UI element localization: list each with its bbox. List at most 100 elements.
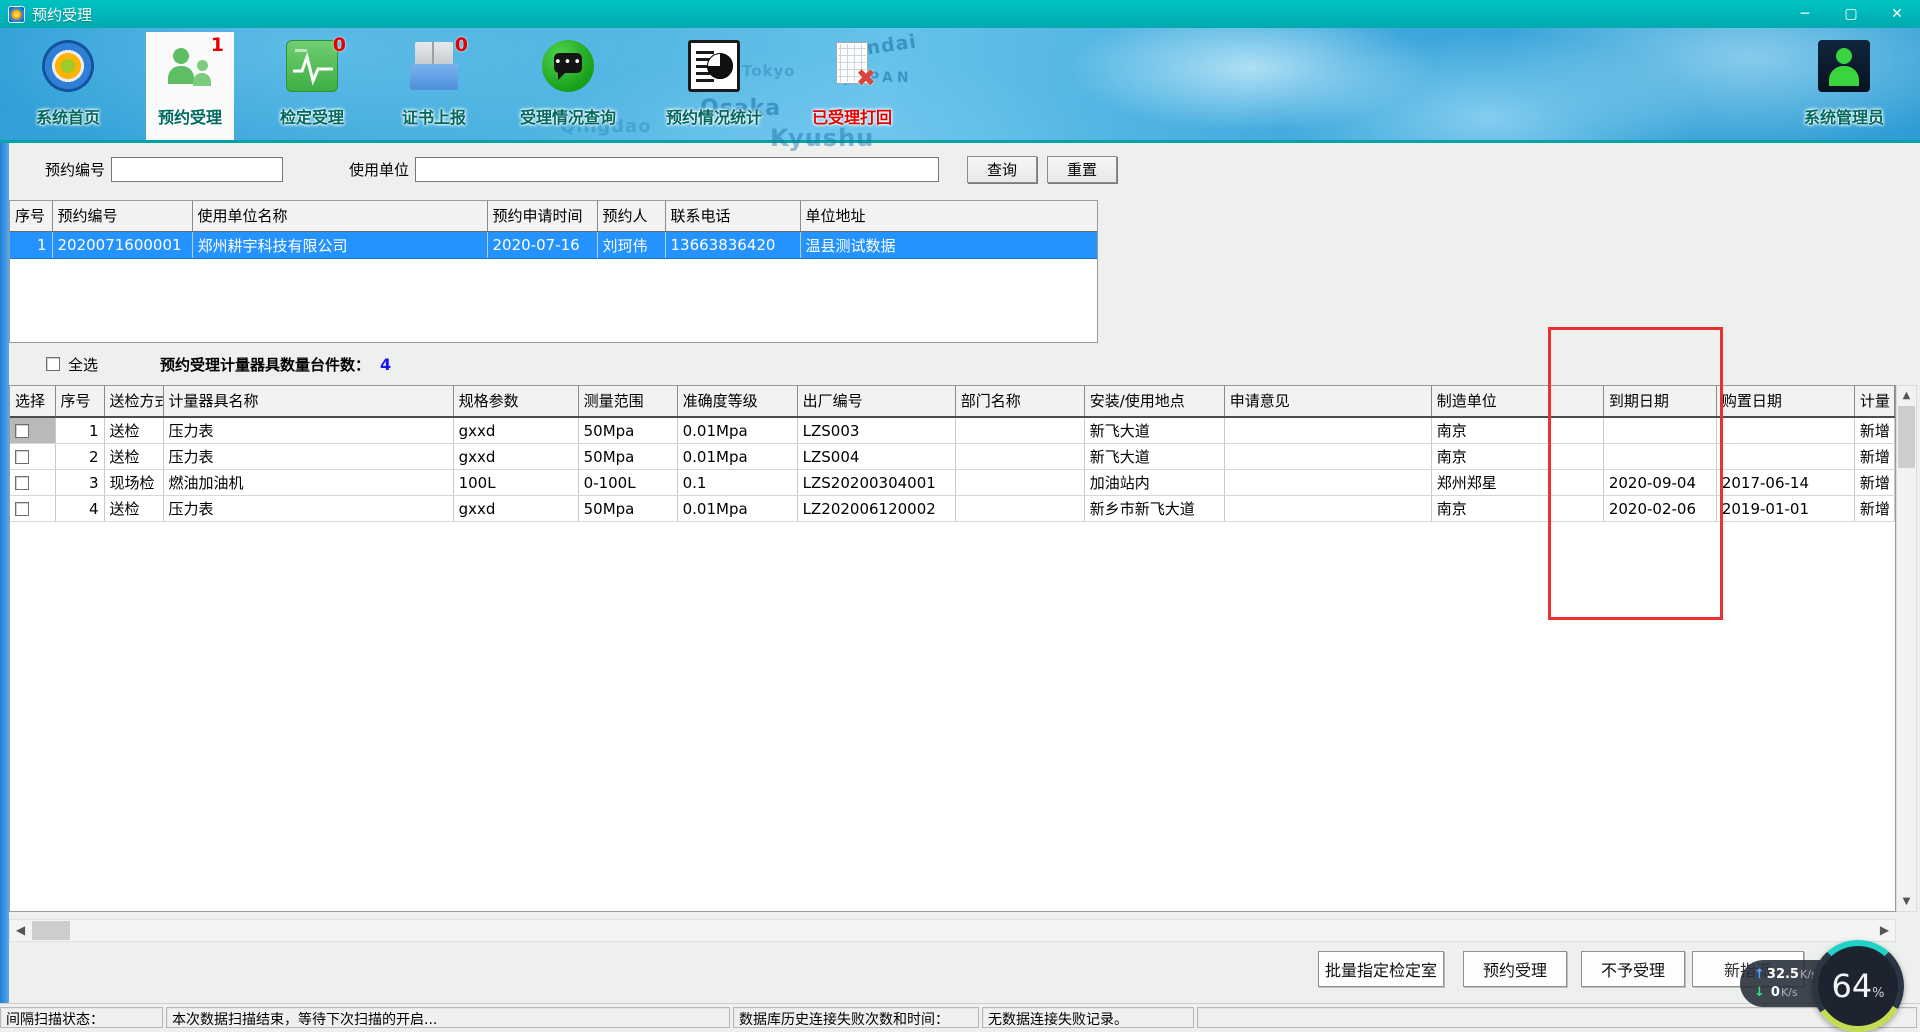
column-header[interactable]: 序号 <box>55 386 104 417</box>
home-globe-icon <box>42 40 94 92</box>
horizontal-scrollbar[interactable]: ◀ ▶ <box>9 919 1896 942</box>
query-button[interactable]: 查询 <box>967 156 1037 183</box>
download-arrow-icon: ↓ <box>1754 985 1765 1000</box>
column-header[interactable]: 准确度等级 <box>677 386 797 417</box>
scroll-up-arrow[interactable]: ▲ <box>1897 386 1916 405</box>
cell: 4 <box>55 496 104 522</box>
column-header[interactable]: 规格参数 <box>453 386 578 417</box>
column-header[interactable]: 序号 <box>10 201 52 232</box>
horizontal-scroll-thumb[interactable] <box>32 921 70 940</box>
column-header[interactable]: 购置日期 <box>1716 386 1854 417</box>
cell: LZS003 <box>797 417 955 444</box>
column-header[interactable]: 制造单位 <box>1431 386 1550 417</box>
table-row[interactable]: 1送检压力表gxxd50Mpa0.01MpaLZS003新飞大道南京新增 <box>10 417 1895 444</box>
table-row[interactable]: 12020071600001郑州耕宇科技有限公司2020-07-16刘珂伟136… <box>10 232 1097 259</box>
reset-button[interactable]: 重置 <box>1047 156 1117 183</box>
row-checkbox[interactable] <box>15 424 29 438</box>
cell: 2020-09-04 <box>1603 470 1716 496</box>
cell: 燃油加油机 <box>163 470 453 496</box>
column-header[interactable]: 预约编号 <box>52 201 192 232</box>
download-speed-unit: K/s <box>1781 986 1798 999</box>
cell: gxxd <box>453 417 578 444</box>
column-header[interactable]: 出厂编号 <box>797 386 955 417</box>
cell <box>955 496 1084 522</box>
cell: 压力表 <box>163 417 453 444</box>
toolbar-item-admin[interactable]: 系统管理员 <box>1796 32 1892 140</box>
toolbar-item-home[interactable]: 系统首页 <box>24 32 112 140</box>
row-checkbox[interactable] <box>15 476 29 490</box>
scroll-left-arrow[interactable]: ◀ <box>10 920 31 941</box>
batch-assign-room-button[interactable]: 批量指定检定室 <box>1318 951 1444 987</box>
column-header[interactable]: 联系电话 <box>665 201 800 232</box>
select-all-checkbox[interactable] <box>46 357 60 371</box>
table-row[interactable]: 4送检压力表gxxd50Mpa0.01MpaLZ202006120002新乡市新… <box>10 496 1895 522</box>
toolbar-item-label: 系统首页 <box>36 104 100 128</box>
column-header[interactable]: 使用单位名称 <box>192 201 487 232</box>
booking-reject-button[interactable]: 不予受理 <box>1581 951 1685 987</box>
minimize-button[interactable]: ─ <box>1782 0 1828 28</box>
toolbar-item-label: 证书上报 <box>402 104 466 128</box>
cell: 50Mpa <box>578 444 677 470</box>
cell: 郑州耕宇科技有限公司 <box>192 232 487 259</box>
select-all-label: 全选 <box>68 354 98 375</box>
network-speed-widget[interactable]: ↑ 32.5 K/s ↓ 0 K/s 64 % <box>1740 957 1920 1032</box>
scroll-down-arrow[interactable]: ▼ <box>1897 892 1916 911</box>
row-checkbox[interactable] <box>15 450 29 464</box>
cell <box>1550 496 1603 522</box>
column-header[interactable]: 选择 <box>10 386 55 417</box>
maximize-button[interactable]: ▢ <box>1828 0 1874 28</box>
toolbar-item-label: 已受理打回 <box>812 104 892 128</box>
toolbar-item-rejected-returned[interactable]: ✖ 已受理打回 <box>804 32 900 140</box>
search-row: 预约编号 使用单位 查询 重置 <box>9 152 1909 186</box>
toolbar-item-label: 系统管理员 <box>1804 104 1884 128</box>
table-row[interactable]: 3现场检燃油加油机100L0-100L0.1LZS20200304001加油站内… <box>10 470 1895 496</box>
cell: 13663836420 <box>665 232 800 259</box>
column-header[interactable]: 部门名称 <box>955 386 1084 417</box>
cell: 送检 <box>104 496 163 522</box>
table-row[interactable]: 2送检压力表gxxd50Mpa0.01MpaLZS004新飞大道南京新增 <box>10 444 1895 470</box>
column-header[interactable]: 申请意见 <box>1224 386 1431 417</box>
cell: 1 <box>10 232 52 259</box>
toolbar-item-booking-accept[interactable]: 预约受理 1 <box>146 32 234 140</box>
column-header[interactable]: 预约人 <box>597 201 665 232</box>
column-header[interactable]: 测量范围 <box>578 386 677 417</box>
toolbar-item-cert-upload[interactable]: 证书上报 0 <box>390 32 478 140</box>
column-header[interactable]: 预约申请时间 <box>487 201 597 232</box>
cell: 新增 <box>1854 444 1894 470</box>
cell <box>1224 417 1431 444</box>
close-button[interactable]: ✕ <box>1874 0 1920 28</box>
column-header[interactable]: 单位地址 <box>800 201 1097 232</box>
cell <box>1550 444 1603 470</box>
row-checkbox[interactable] <box>15 502 29 516</box>
vertical-scroll-thumb[interactable] <box>1898 406 1915 468</box>
column-header[interactable]: 计量 <box>1854 386 1894 417</box>
usage-percent-circle[interactable]: 64 % <box>1812 940 1904 1032</box>
column-header[interactable] <box>1550 386 1603 417</box>
column-header[interactable]: 送检方式 <box>104 386 163 417</box>
column-header[interactable]: 到期日期 <box>1603 386 1716 417</box>
vertical-scrollbar[interactable]: ▲ ▼ <box>1896 385 1917 912</box>
cell <box>1603 444 1716 470</box>
scroll-right-arrow[interactable]: ▶ <box>1874 920 1895 941</box>
cell <box>1224 444 1431 470</box>
report-chart-icon <box>688 40 740 92</box>
toolbar-item-label: 预约受理 <box>158 104 222 128</box>
cell: 南京 <box>1431 444 1550 470</box>
toolbar-item-booking-stats[interactable]: 预约情况统计 <box>658 32 770 140</box>
cell <box>1716 417 1854 444</box>
admin-user-icon <box>1818 40 1870 92</box>
action-button-row: 批量指定检定室 预约受理 不予受理 新指派 <box>0 951 1920 991</box>
people-icon <box>164 40 216 92</box>
cell: 新飞大道 <box>1084 417 1224 444</box>
toolbar-item-verify-accept[interactable]: 检定受理 0 <box>268 32 356 140</box>
booking-table: 序号预约编号使用单位名称预约申请时间预约人联系电话单位地址12020071600… <box>10 201 1098 259</box>
booking-accept-button[interactable]: 预约受理 <box>1463 951 1567 987</box>
column-header[interactable]: 安装/使用地点 <box>1084 386 1224 417</box>
column-header[interactable]: 计量器具名称 <box>163 386 453 417</box>
unit-input[interactable] <box>415 157 939 182</box>
toolbar-item-accept-query[interactable]: ••• 受理情况查询 <box>512 32 624 140</box>
title-bar: 预约受理 ─ ▢ ✕ <box>0 0 1920 28</box>
scan-status-label: 间隔扫描状态： <box>0 1007 163 1028</box>
app-icon <box>8 6 25 23</box>
booking-no-input[interactable] <box>111 157 283 182</box>
